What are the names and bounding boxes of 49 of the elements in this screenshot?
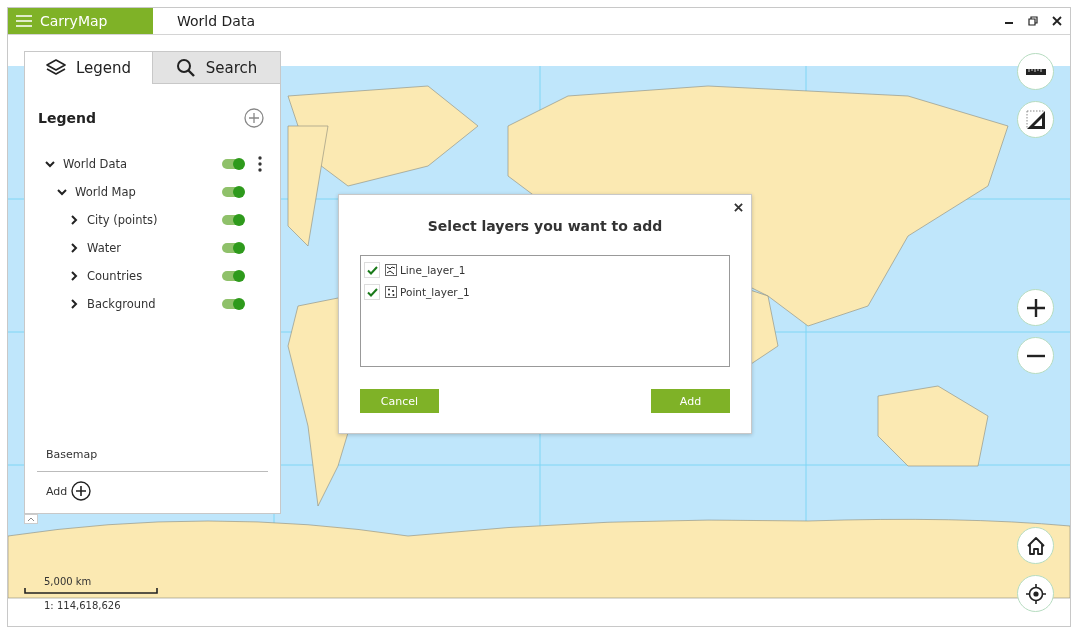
checkbox[interactable] [364,284,380,300]
home-icon [1025,535,1046,556]
chevron-down-icon[interactable] [45,159,55,169]
visibility-toggle[interactable] [222,243,244,253]
point-layer-icon [385,286,397,298]
add-icon[interactable] [71,481,92,501]
checkbox[interactable] [364,262,380,278]
scale-ratio: 1: 114,618,626 [44,600,121,611]
visibility-toggle[interactable] [222,271,244,281]
close-icon[interactable] [734,203,743,212]
visibility-toggle[interactable] [222,187,244,197]
layers-icon [45,58,66,77]
visibility-toggle[interactable] [222,299,244,309]
line-layer-icon [385,264,397,276]
add-label[interactable]: Add [46,484,68,498]
minus-icon [1026,353,1045,358]
collapse-panel-button[interactable] [24,514,38,524]
crosshair-icon [1025,583,1046,604]
app-name: CarryMap [40,13,108,29]
search-icon [175,57,196,78]
layer-name[interactable]: Line_layer_1 [400,264,466,276]
layer-name[interactable]: Point_layer_1 [400,286,470,298]
chevron-right-icon[interactable] [69,299,79,309]
add-layer-icon[interactable] [244,108,264,128]
layer-name[interactable]: Countries [87,269,143,283]
layer-name[interactable]: City (points) [87,213,158,227]
chevron-right-icon[interactable] [69,243,79,253]
basemap-label[interactable]: Basemap [37,448,268,472]
ruler-icon [1025,67,1046,76]
chevron-down-icon[interactable] [57,187,67,197]
layer-name[interactable]: World Map [75,185,136,199]
visibility-toggle[interactable] [222,215,244,225]
chevron-up-icon [27,516,35,522]
scale-distance: 5,000 km [43,576,92,588]
more-icon[interactable] [258,156,262,172]
layer-name[interactable]: World Data [63,157,128,171]
panel-tab[interactable]: Search [152,52,280,84]
layer-name[interactable]: Water [87,241,121,255]
panel-heading: Legend [38,110,96,126]
restore-icon[interactable] [1028,16,1038,26]
visibility-toggle[interactable] [222,159,244,169]
set-square-icon [1025,109,1046,130]
close-icon[interactable] [1052,16,1062,26]
dialog-title: Select layers you want to add [427,218,663,234]
plus-icon [1026,298,1045,317]
layer-name[interactable]: Background [87,297,156,311]
document-title: World Data [176,12,256,31]
chevron-right-icon[interactable] [69,215,79,225]
chevron-right-icon[interactable] [69,271,79,281]
